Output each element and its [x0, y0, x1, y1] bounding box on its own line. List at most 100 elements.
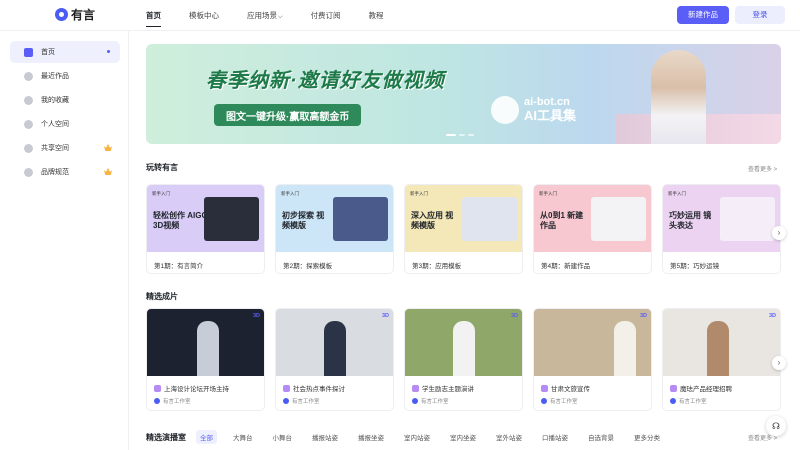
customer-support-button[interactable]: ☊ — [766, 416, 786, 436]
presenter-figure — [324, 321, 346, 376]
login-button[interactable]: 登录 — [735, 6, 785, 24]
card-tag: 新手入门 — [281, 191, 299, 196]
banner-subtitle-box: 图文一键升级·赢取高额金币 — [214, 104, 362, 126]
filter-chip[interactable]: 室内坐姿 — [446, 430, 480, 444]
promo-banner[interactable]: 春季纳新·邀请好友做视频 图文一键升级·赢取高额金币 ai-bot.cn AI工… — [146, 44, 781, 144]
sidebar-item-favorites[interactable]: 我的收藏 — [10, 89, 120, 111]
clock-icon — [24, 71, 33, 81]
tutorial-card[interactable]: 新手入门 初步探索 视频模版 第2期：探索模板 — [275, 184, 394, 274]
filter-chip[interactable]: 播报站姿 — [308, 430, 342, 444]
sidebar-item-label: 我的收藏 — [41, 97, 69, 104]
banner-subtitle: 图文一键升级·赢取高额金币 — [226, 111, 350, 123]
tutorial-card[interactable]: 新手入门 从0到1 新建作品 第4期：新建作品 — [533, 184, 652, 274]
grid-icon — [24, 143, 33, 153]
card-preview-image — [204, 197, 259, 241]
work-card[interactable]: 3D 甘肃文旅宣传 有言工作室 — [533, 308, 652, 411]
author-avatar — [670, 398, 676, 404]
nav-home[interactable]: 首页 — [146, 0, 161, 31]
tutorial-card[interactable]: 新手入门 轻松创作 AIGC 3D视频 第1期：有言简介 — [146, 184, 265, 274]
card-headline: 巧妙运用 镜头表达 — [669, 211, 712, 230]
work-author: 有言工作室 — [412, 397, 449, 405]
video-type-icon — [541, 384, 548, 392]
nav-tutorial[interactable]: 教程 — [369, 0, 384, 31]
sidebar-item-label: 个人空间 — [41, 121, 69, 128]
see-more-link[interactable]: 查看更多 > — [748, 164, 777, 173]
banner-brand: ai-bot.cn AI工具集 — [491, 96, 576, 124]
sidebar-item-recent[interactable]: 最近作品 — [10, 65, 120, 87]
presenter-figure — [453, 321, 475, 376]
nav-subscription[interactable]: 付费订阅 — [311, 0, 341, 31]
nav-scenarios[interactable]: 应用场景⌵ — [247, 0, 283, 31]
vip-crown-icon — [104, 144, 112, 151]
work-title-text: 甘肃文旅宣传 — [551, 386, 590, 393]
carousel-next-button[interactable]: › — [772, 356, 786, 370]
tutorial-card[interactable]: 新手入门 巧妙运用 镜头表达 第5期：巧妙运镜 — [662, 184, 781, 274]
filter-chip[interactable]: 口播站姿 — [538, 430, 572, 444]
author-name: 有言工作室 — [550, 399, 578, 405]
work-card[interactable]: 3D 学生励志主题演讲 有言工作室 — [404, 308, 523, 411]
author-avatar — [283, 398, 289, 404]
sidebar-item-brand[interactable]: 品牌规范 — [10, 161, 120, 183]
work-title: 上海设计论坛开场主持 — [154, 383, 229, 393]
carousel-dot[interactable] — [468, 134, 474, 136]
headset-icon: ☊ — [772, 421, 780, 431]
carousel-dot[interactable] — [459, 134, 465, 136]
work-title-text: 学生励志主题演讲 — [422, 386, 474, 393]
video-type-icon — [154, 384, 161, 392]
card-thumbnail: 新手入门 从0到1 新建作品 — [534, 185, 651, 252]
filter-chip-more[interactable]: 更多分类 — [630, 430, 664, 444]
carousel-indicator[interactable] — [446, 134, 474, 136]
sidebar-item-label: 最近作品 — [41, 73, 69, 80]
card-tag: 新手入门 — [410, 191, 428, 196]
filter-chip-all[interactable]: 全部 — [196, 430, 217, 444]
author-avatar — [541, 398, 547, 404]
nav-templates[interactable]: 模板中心 — [189, 0, 219, 31]
work-title: 学生励志主题演讲 — [412, 383, 474, 393]
presenter-figure — [614, 321, 636, 376]
home-icon — [24, 47, 33, 57]
work-thumbnail: 3D — [663, 309, 780, 376]
filter-chip[interactable]: 小舞台 — [269, 430, 297, 444]
studio-filter-bar: 精选演播室 全部 大舞台 小舞台 播报站姿 播报坐姿 室内站姿 室内坐姿 室外站… — [146, 430, 676, 444]
nav-scenarios-label: 应用场景 — [247, 11, 277, 20]
sidebar-item-shared[interactable]: 共享空间 — [10, 137, 120, 159]
card-thumbnail: 新手入门 巧妙运用 镜头表达 — [663, 185, 780, 252]
filter-chip[interactable]: 室外站姿 — [492, 430, 526, 444]
sidebar: 首页 最近作品 我的收藏 个人空间 共享空间 品牌规范 — [0, 31, 129, 450]
vip-crown-icon — [104, 168, 112, 175]
work-title-text: 上海设计论坛开场主持 — [164, 386, 229, 393]
filter-chip[interactable]: 大舞台 — [229, 430, 257, 444]
carousel-dot[interactable] — [446, 134, 456, 136]
author-name: 有言工作室 — [163, 399, 191, 405]
badge-3d: 3D — [381, 313, 389, 319]
main-nav: 首页 模板中心 应用场景⌵ 付费订阅 教程 — [146, 0, 412, 31]
presenter-figure — [197, 321, 219, 376]
carousel-next-button[interactable]: › — [772, 226, 786, 240]
brand-url: ai-bot.cn — [524, 96, 570, 108]
chevron-right-icon: › — [777, 358, 781, 367]
sidebar-item-personal[interactable]: 个人空间 — [10, 113, 120, 135]
work-title-text: 魔珐产品经理招聘 — [680, 386, 732, 393]
filter-chip[interactable]: 室内站姿 — [400, 430, 434, 444]
author-avatar — [412, 398, 418, 404]
work-card[interactable]: 3D 上海设计论坛开场主持 有言工作室 — [146, 308, 265, 411]
filter-chip[interactable]: 播报坐姿 — [354, 430, 388, 444]
active-dot — [107, 50, 110, 53]
video-type-icon — [412, 384, 419, 392]
new-work-button[interactable]: 新建作品 — [677, 6, 729, 24]
work-card[interactable]: 3D 社会热点事件探讨 有言工作室 — [275, 308, 394, 411]
author-name: 有言工作室 — [292, 399, 320, 405]
card-headline: 深入应用 视频模版 — [411, 211, 454, 230]
chevron-right-icon: › — [777, 228, 781, 237]
work-title: 甘肃文旅宣传 — [541, 383, 590, 393]
banner-title: 春季纳新·邀请好友做视频 — [206, 70, 445, 92]
filter-chip[interactable]: 自选背景 — [584, 430, 618, 444]
logo[interactable]: 有言 — [55, 6, 95, 23]
tutorial-card[interactable]: 新手入门 深入应用 视频模版 第3期：应用模板 — [404, 184, 523, 274]
video-type-icon — [670, 384, 677, 392]
work-card[interactable]: 3D 魔珐产品经理招聘 有言工作室 — [662, 308, 781, 411]
card-preview-image — [591, 197, 646, 241]
card-headline: 从0到1 新建作品 — [540, 211, 584, 230]
card-thumbnail: 新手入门 轻松创作 AIGC 3D视频 — [147, 185, 264, 252]
sidebar-item-home[interactable]: 首页 — [10, 41, 120, 63]
